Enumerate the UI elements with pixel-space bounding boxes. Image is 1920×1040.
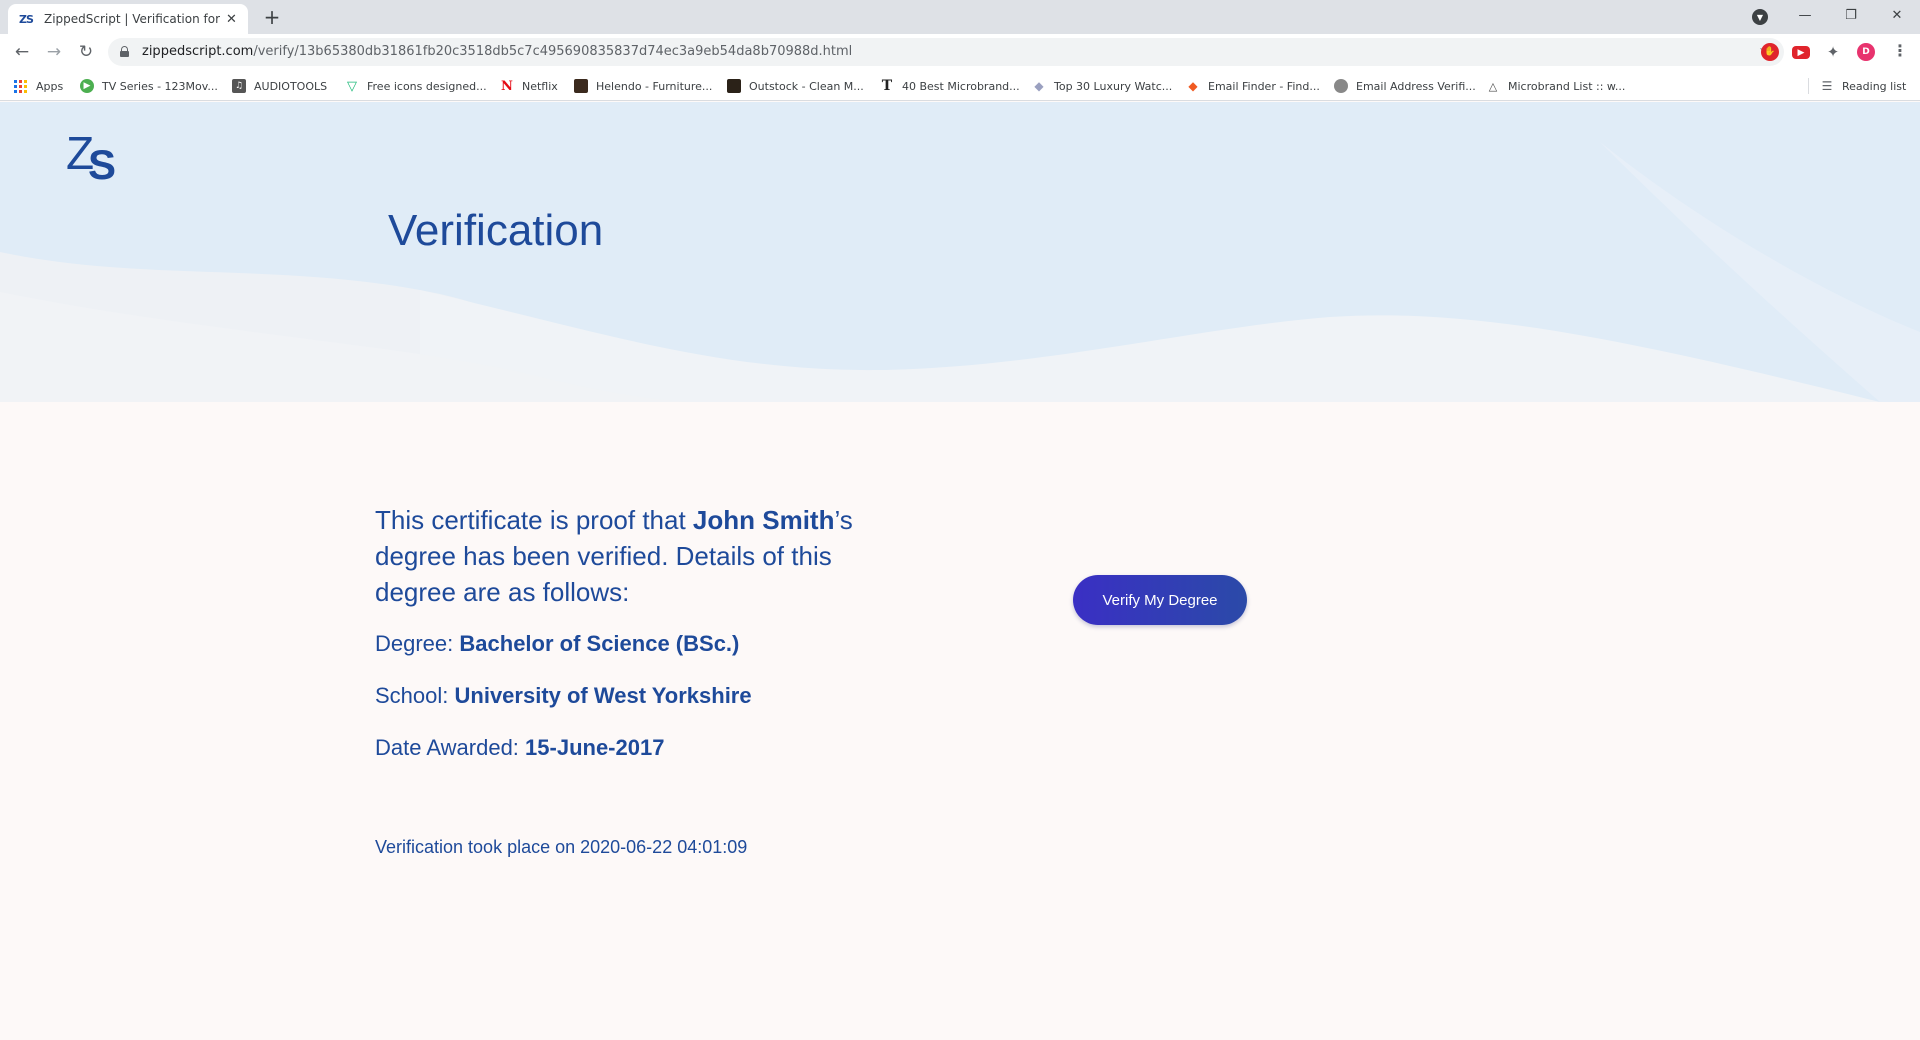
logo-letter-s: S (88, 141, 117, 188)
page-title: Verification (388, 206, 604, 255)
browser-tab-active[interactable]: ZS ZippedScript | Verification for Jer ✕ (8, 4, 248, 34)
bookmark-label: AUDIOTOOLS (254, 79, 328, 93)
adblock-extension-icon[interactable]: ✋ (1761, 43, 1779, 61)
school-row: School: University of West Yorkshire (375, 678, 855, 714)
hero-banner: Z S Verification (0, 102, 1920, 402)
intro-prefix: This certificate is proof that (375, 505, 693, 535)
graduate-name: John Smith (692, 505, 835, 535)
profile-avatar[interactable]: D (1857, 43, 1875, 61)
minimize-button[interactable]: — (1782, 0, 1828, 30)
close-window-button[interactable]: ✕ (1874, 0, 1920, 30)
bookmark-label: Top 30 Luxury Watc... (1054, 79, 1173, 93)
lock-icon[interactable] (120, 46, 129, 57)
bookmark-apps[interactable]: Apps (14, 76, 63, 96)
tab-strip: ZS ZippedScript | Verification for Jer ✕… (0, 0, 1920, 34)
tab-search-icon[interactable]: ▼ (1752, 9, 1768, 25)
reading-list-button[interactable]: ☰ Reading list (1820, 76, 1907, 96)
degree-value: Bachelor of Science (BSc.) (459, 631, 740, 656)
degree-label: Degree: (375, 631, 460, 656)
date-awarded-value: 15-June-2017 (525, 735, 665, 760)
netflix-icon: N (501, 78, 513, 94)
address-bar[interactable]: zippedscript.com/verify/13b65380db31861f… (108, 38, 1784, 66)
diamond-icon: ◆ (1034, 79, 1044, 93)
browser-toolbar: ← → ↻ zippedscript.com/verify/13b65380db… (0, 34, 1920, 70)
tab-title: ZippedScript | Verification for Jer (44, 12, 220, 26)
bookmark-label: TV Series - 123Mov... (102, 79, 218, 93)
school-label: School: (375, 683, 455, 708)
url-domain: zippedscript.com (142, 44, 254, 59)
hero-wave-decoration (0, 142, 1920, 402)
tab-close-icon[interactable]: ✕ (226, 12, 237, 27)
bookmark-label: Apps (36, 79, 64, 93)
bookmark-label: Email Address Verifi... (1356, 79, 1476, 93)
certificate-intro: This certificate is proof that John Smit… (375, 502, 855, 610)
bookmarks-bar: Apps ▶ TV Series - 123Mov... ♫ AUDIOTOOL… (0, 70, 1920, 101)
bookmark-label: 40 Best Microbrand... (902, 79, 1020, 93)
bookmark-luxury-watches[interactable]: ◆ Top 30 Luxury Watc... (1032, 76, 1172, 96)
verify-my-degree-button[interactable]: Verify My Degree (1073, 575, 1247, 625)
forward-arrow-icon[interactable]: → (42, 40, 66, 64)
reading-list-icon: ☰ (1821, 79, 1833, 93)
reading-list-label: Reading list (1842, 79, 1907, 93)
zippedscript-logo[interactable]: Z S (66, 130, 122, 188)
bookmark-netflix[interactable]: N Netflix (500, 76, 558, 96)
play-icon: ▶ (80, 79, 94, 93)
bookmark-label: Microbrand List :: w... (1508, 79, 1626, 93)
t-icon: T (881, 78, 893, 94)
browser-menu-icon[interactable]: ⋮ (1892, 41, 1908, 60)
bookmark-helendo[interactable]: Helendo - Furniture... (574, 76, 712, 96)
freepik-icon: ▽ (347, 78, 357, 94)
degree-row: Degree: Bachelor of Science (BSc.) (375, 626, 855, 662)
school-value: University of West Yorkshire (454, 683, 752, 708)
bookmark-label: Helendo - Furniture... (596, 79, 713, 93)
bookmark-microbrands[interactable]: T 40 Best Microbrand... (880, 76, 1020, 96)
page-content: Z S Verification This certificate is pro… (0, 102, 1920, 1040)
bookmark-label: Outstock - Clean M... (749, 79, 864, 93)
certificate-details: This certificate is proof that John Smit… (375, 502, 855, 766)
audiotools-icon: ♫ (232, 79, 246, 93)
bookmark-label: Email Finder - Find... (1208, 79, 1320, 93)
url-text[interactable]: zippedscript.com/verify/13b65380db31861f… (142, 44, 852, 59)
email-verify-icon (1334, 79, 1348, 93)
bookmark-email-verify[interactable]: Email Address Verifi... (1334, 76, 1476, 96)
date-awarded-row: Date Awarded: 15-June-2017 (375, 730, 855, 766)
youtube-extension-icon[interactable]: ▶ (1792, 46, 1810, 59)
restore-button[interactable]: ❐ (1828, 0, 1874, 30)
zippedscript-favicon-icon: ZS (19, 12, 34, 26)
bookmarks-divider (1808, 78, 1809, 94)
bookmark-outstock[interactable]: Outstock - Clean M... (727, 76, 864, 96)
extensions-puzzle-icon[interactable]: ✦ (1824, 43, 1842, 61)
bookmark-tv-series[interactable]: ▶ TV Series - 123Mov... (80, 76, 218, 96)
url-path: /verify/13b65380db31861fb20c3518db5c7c49… (253, 44, 853, 59)
new-tab-button[interactable]: + (260, 5, 284, 29)
bookmark-email-finder[interactable]: ◆ Email Finder - Find... (1186, 76, 1320, 96)
back-arrow-icon[interactable]: ← (10, 40, 34, 64)
verification-timestamp: Verification took place on 2020-06-22 04… (375, 837, 748, 857)
bookmark-free-icons[interactable]: ▽ Free icons designed... (345, 76, 487, 96)
bookmark-label: Netflix (522, 79, 558, 93)
apps-grid-icon (14, 79, 28, 93)
bookmark-label: Free icons designed... (367, 79, 487, 93)
bookmark-microbrand-list[interactable]: △ Microbrand List :: w... (1486, 76, 1626, 96)
outstock-icon (727, 79, 741, 93)
helendo-icon (574, 79, 588, 93)
microbrand-icon: △ (1488, 79, 1498, 93)
bookmark-audiotools[interactable]: ♫ AUDIOTOOLS (232, 76, 327, 96)
date-awarded-label: Date Awarded: (375, 735, 526, 760)
email-finder-icon: ◆ (1188, 79, 1198, 93)
reload-icon[interactable]: ↻ (74, 40, 98, 64)
